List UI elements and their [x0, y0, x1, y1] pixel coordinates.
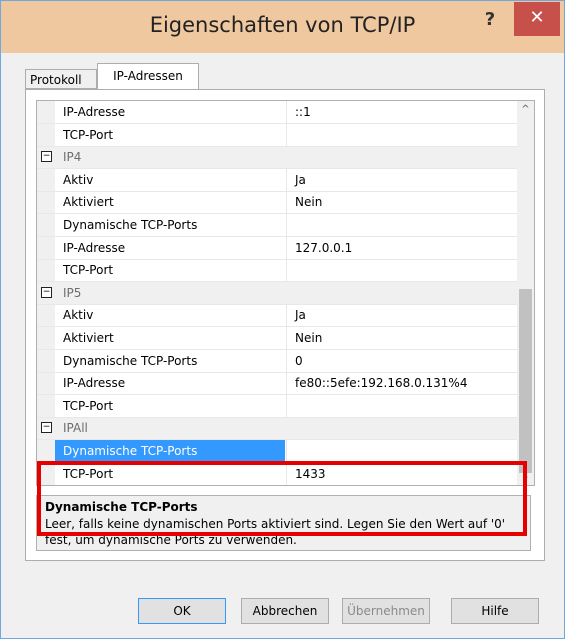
property-value[interactable]: 1433	[286, 462, 517, 485]
properties-dialog: Eigenschaften von TCP/IP ? ✕ Protokoll I…	[0, 0, 565, 639]
property-name[interactable]: IP-Adresse	[55, 237, 285, 259]
scrollbar-thumb[interactable]	[519, 289, 532, 473]
property-name[interactable]: Dynamische TCP-Ports	[55, 440, 285, 462]
apply-button[interactable]: Übernehmen	[342, 598, 430, 624]
property-value[interactable]: 127.0.0.1	[286, 236, 517, 259]
row-gutter	[37, 259, 55, 282]
property-value[interactable]: Ja	[286, 304, 517, 327]
row-gutter	[37, 349, 55, 372]
property-row[interactable]: Dynamische TCP-Ports	[37, 214, 517, 237]
property-name[interactable]: IP-Adresse	[55, 101, 285, 123]
property-row[interactable]: TCP-Port	[37, 394, 517, 418]
row-gutter	[37, 191, 55, 214]
row-gutter	[37, 123, 55, 146]
property-name[interactable]: TCP-Port	[55, 124, 285, 146]
property-row[interactable]: TCP-Port	[37, 123, 517, 147]
property-row[interactable]: IP-Adresse 127.0.0.1	[37, 236, 517, 260]
property-name[interactable]: Aktiv	[55, 169, 285, 191]
scroll-down-icon[interactable]: ⌄	[517, 468, 534, 485]
category-label: IP5	[63, 285, 82, 300]
row-gutter	[37, 372, 55, 395]
scroll-up-icon[interactable]: ^	[517, 101, 534, 118]
tab-panel: TCP-Port 1433 Dynamische TCP-Ports − IPAll TC…	[25, 89, 545, 561]
ok-button[interactable]: OK	[138, 598, 226, 624]
row-gutter	[37, 327, 55, 349]
property-row[interactable]: TCP-Port	[37, 259, 517, 283]
property-name[interactable]: Dynamische TCP-Ports	[55, 350, 285, 372]
property-value[interactable]: Ja	[286, 168, 517, 191]
property-row[interactable]: IP-Adresse fe80::5efe:192.168.0.131%4	[37, 372, 517, 396]
button-bar: OK Abbrechen Übernehmen Hilfe	[9, 598, 556, 628]
property-row[interactable]: IP-Adresse::1	[37, 101, 517, 124]
property-value[interactable]	[286, 123, 517, 146]
property-value[interactable]: fe80::5efe:192.168.0.131%4	[286, 372, 517, 395]
property-row[interactable]: Aktiv Ja	[37, 168, 517, 192]
close-button[interactable]: ✕	[514, 2, 560, 36]
property-row[interactable]: TCP-Port 1433	[37, 462, 517, 485]
row-gutter	[37, 214, 55, 236]
property-value[interactable]: ::1	[286, 101, 517, 123]
row-gutter	[37, 462, 55, 485]
dialog-client: Protokoll IP-Adressen TCP-Port 1433 Dynami…	[9, 53, 556, 631]
property-name[interactable]: TCP-Port	[55, 395, 285, 417]
property-row[interactable]: Aktiviert Nein	[37, 191, 517, 215]
row-gutter	[37, 236, 55, 259]
property-value[interactable]	[286, 440, 517, 462]
property-name[interactable]: Aktiviert	[55, 191, 285, 213]
row-gutter	[37, 101, 55, 123]
row-gutter	[37, 440, 55, 462]
property-value[interactable]: Nein	[286, 191, 517, 214]
description-text: Leer, falls keine dynamischen Ports akti…	[45, 517, 506, 547]
row-gutter	[37, 394, 55, 417]
property-name[interactable]: TCP-Port	[55, 463, 285, 485]
cancel-button[interactable]: Abbrechen	[241, 598, 329, 624]
tab-ip-adressen[interactable]: IP-Adressen	[97, 63, 199, 90]
property-value[interactable]: Nein	[286, 327, 517, 349]
property-name[interactable]: Dynamische TCP-Ports	[55, 214, 285, 236]
category-row[interactable]: − IPAll	[37, 417, 517, 441]
property-name[interactable]: Aktiv	[55, 304, 285, 326]
property-value[interactable]	[286, 394, 517, 417]
tab-protokoll[interactable]: Protokoll	[25, 69, 97, 89]
category-label: IPAll	[63, 421, 88, 436]
category-row[interactable]: − IP4	[37, 146, 517, 170]
property-name[interactable]: IP-Adresse	[55, 372, 285, 394]
category-row[interactable]: − IP5	[37, 281, 517, 305]
vertical-scrollbar[interactable]: ^ ⌄	[517, 101, 534, 485]
property-value[interactable]	[286, 259, 517, 282]
description-pane: Dynamische TCP-Ports Leer, falls keine d…	[36, 495, 531, 551]
property-value[interactable]: 0	[286, 349, 517, 372]
title-bar: Eigenschaften von TCP/IP ? ✕	[1, 1, 564, 53]
property-row[interactable]: Aktiv Ja	[37, 304, 517, 328]
property-grid[interactable]: TCP-Port 1433 Dynamische TCP-Ports − IPAll TC…	[36, 100, 535, 486]
property-row[interactable]: Dynamische TCP-Ports 0	[37, 349, 517, 373]
row-gutter	[37, 304, 55, 327]
description-title: Dynamische TCP-Ports	[45, 500, 198, 514]
property-row[interactable]: Aktiviert Nein	[37, 327, 517, 350]
help-button[interactable]: ?	[476, 7, 504, 33]
property-name[interactable]: TCP-Port	[55, 259, 285, 281]
property-row[interactable]: Dynamische TCP-Ports	[37, 440, 517, 463]
property-name[interactable]: Aktiviert	[55, 327, 285, 349]
row-gutter	[37, 168, 55, 191]
property-value[interactable]	[286, 214, 517, 236]
help-dialog-button[interactable]: Hilfe	[451, 598, 539, 624]
category-label: IP4	[63, 150, 82, 165]
